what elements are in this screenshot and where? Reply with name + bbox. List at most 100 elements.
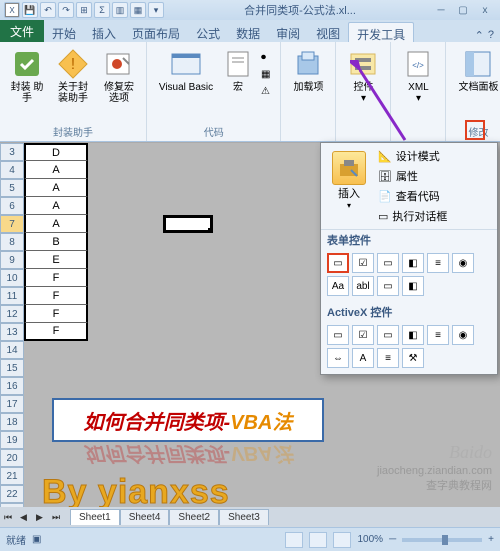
row-header[interactable]: 22 (0, 485, 24, 503)
qat-item[interactable]: ⊞ (76, 2, 92, 18)
control-icon[interactable]: ◧ (402, 253, 424, 273)
button-use-relative[interactable]: ▦ (257, 67, 274, 82)
row-header[interactable]: 9 (0, 251, 24, 269)
grid-row[interactable]: 6A (0, 197, 88, 215)
maximize-button[interactable]: ▢ (454, 4, 472, 17)
sheet-tab[interactable]: Sheet1 (70, 509, 120, 525)
grid-row[interactable]: 9E (0, 251, 88, 269)
row-header[interactable]: 15 (0, 359, 24, 377)
row-header[interactable]: 3 (0, 143, 24, 161)
row-header[interactable]: 8 (0, 233, 24, 251)
button-about-pack[interactable]: !关于封 装助手 (52, 46, 94, 106)
row-header[interactable]: 4 (0, 161, 24, 179)
button-xml[interactable]: </>XML▾ (397, 46, 439, 106)
row-header[interactable]: 21 (0, 467, 24, 485)
active-cell[interactable] (163, 215, 213, 233)
cell[interactable]: F (24, 323, 88, 341)
row-header[interactable]: 16 (0, 377, 24, 395)
control-icon[interactable]: ≡ (427, 325, 449, 345)
button-macro-security[interactable]: ⚠ (257, 84, 274, 99)
qat-item[interactable]: Σ (94, 2, 110, 18)
control-icon[interactable]: ≡ (377, 348, 399, 368)
control-icon[interactable]: ☑ (352, 253, 374, 273)
control-icon[interactable]: ◉ (452, 253, 474, 273)
tab-home[interactable]: 开始 (44, 22, 84, 42)
tab-pagelayout[interactable]: 页面布局 (124, 22, 188, 42)
sheet-nav-prev[interactable]: ◀ (20, 512, 34, 523)
qat-more-icon[interactable]: ▾ (148, 2, 164, 18)
control-icon[interactable]: ◧ (402, 276, 424, 296)
sheet-tab[interactable]: Sheet2 (169, 509, 219, 525)
qat-item[interactable]: ▥ (112, 2, 128, 18)
sheet-tab[interactable]: Sheet4 (120, 509, 170, 525)
row-header[interactable]: 13 (0, 323, 24, 341)
ribbon-minimize-icon[interactable]: ⌃ (475, 29, 484, 42)
view-pagebreak-button[interactable] (333, 532, 351, 548)
cell[interactable]: B (24, 233, 88, 251)
sheet-nav-first[interactable]: ⏮ (4, 512, 18, 523)
row-header[interactable]: 19 (0, 431, 24, 449)
grid-row[interactable]: 7A (0, 215, 88, 233)
tab-developer[interactable]: 开发工具 (348, 22, 414, 42)
cell[interactable]: D (24, 143, 88, 161)
tab-view[interactable]: 视图 (308, 22, 348, 42)
control-icon[interactable]: ◉ (452, 325, 474, 345)
button-controls[interactable]: 控件▾ (342, 46, 384, 106)
cell[interactable]: A (24, 161, 88, 179)
qat-undo-icon[interactable]: ↶ (40, 2, 56, 18)
row-header[interactable]: 7 (0, 215, 24, 233)
control-icon[interactable]: ☑ (352, 325, 374, 345)
control-icon[interactable]: ▭ (377, 325, 399, 345)
button-macros[interactable]: 宏 (223, 46, 253, 95)
control-icon[interactable]: Aa (327, 276, 349, 296)
cell[interactable]: A (24, 179, 88, 197)
cell[interactable]: E (24, 251, 88, 269)
help-icon[interactable]: ? (488, 29, 494, 42)
tab-formulas[interactable]: 公式 (188, 22, 228, 42)
dropdown-insert-button[interactable]: 插入 ▾ (325, 147, 373, 225)
qat-item[interactable]: ▦ (130, 2, 146, 18)
cell[interactable]: F (24, 269, 88, 287)
grid-row[interactable]: 11F (0, 287, 88, 305)
cell[interactable]: F (24, 305, 88, 323)
qat-redo-icon[interactable]: ↷ (58, 2, 74, 18)
tab-data[interactable]: 数据 (228, 22, 268, 42)
fill-handle[interactable] (208, 228, 213, 233)
grid-row[interactable]: 16 (0, 377, 88, 395)
row-header[interactable]: 18 (0, 413, 24, 431)
qat-save-icon[interactable]: 💾 (22, 2, 38, 18)
button-pack-helper[interactable]: 封装 助手 (6, 46, 48, 106)
grid-row[interactable]: 14 (0, 341, 88, 359)
close-button[interactable]: x (476, 4, 494, 17)
grid-row[interactable]: 15 (0, 359, 88, 377)
row-header[interactable]: 11 (0, 287, 24, 305)
row-header[interactable]: 12 (0, 305, 24, 323)
row-header[interactable]: 6 (0, 197, 24, 215)
button-record-macro[interactable]: ⏺ (257, 50, 274, 65)
control-icon[interactable]: abl (352, 276, 374, 296)
zoom-level[interactable]: 100% (357, 534, 383, 545)
row-header[interactable]: 14 (0, 341, 24, 359)
file-tab[interactable]: 文件 (0, 20, 44, 42)
grid-row[interactable]: 12F (0, 305, 88, 323)
button-fix-macro[interactable]: 修复宏 选项 (98, 46, 140, 106)
button-addins[interactable]: 加载项 (287, 46, 329, 95)
control-icon[interactable]: A (352, 348, 374, 368)
row-header[interactable]: 10 (0, 269, 24, 287)
row-header[interactable]: 17 (0, 395, 24, 413)
sheet-nav-next[interactable]: ▶ (36, 512, 50, 523)
button-doc-panel[interactable]: 文档面板 (452, 46, 500, 95)
cell[interactable]: F (24, 287, 88, 305)
cell[interactable]: A (24, 197, 88, 215)
control-icon[interactable]: ▭ (377, 253, 399, 273)
control-icon[interactable]: ▭ (327, 325, 349, 345)
control-icon[interactable]: ⇔ (327, 348, 349, 368)
row-header[interactable]: 5 (0, 179, 24, 197)
button-visual-basic[interactable]: Visual Basic (153, 46, 219, 95)
button-run-dialog[interactable]: ▭执行对话框 (375, 207, 493, 225)
excel-icon[interactable]: X (4, 2, 20, 18)
grid-row[interactable]: 10F (0, 269, 88, 287)
grid-row[interactable]: 8B (0, 233, 88, 251)
sheet-nav-last[interactable]: ⏭ (52, 512, 66, 523)
button-properties[interactable]: 🗄属性 (375, 167, 493, 185)
